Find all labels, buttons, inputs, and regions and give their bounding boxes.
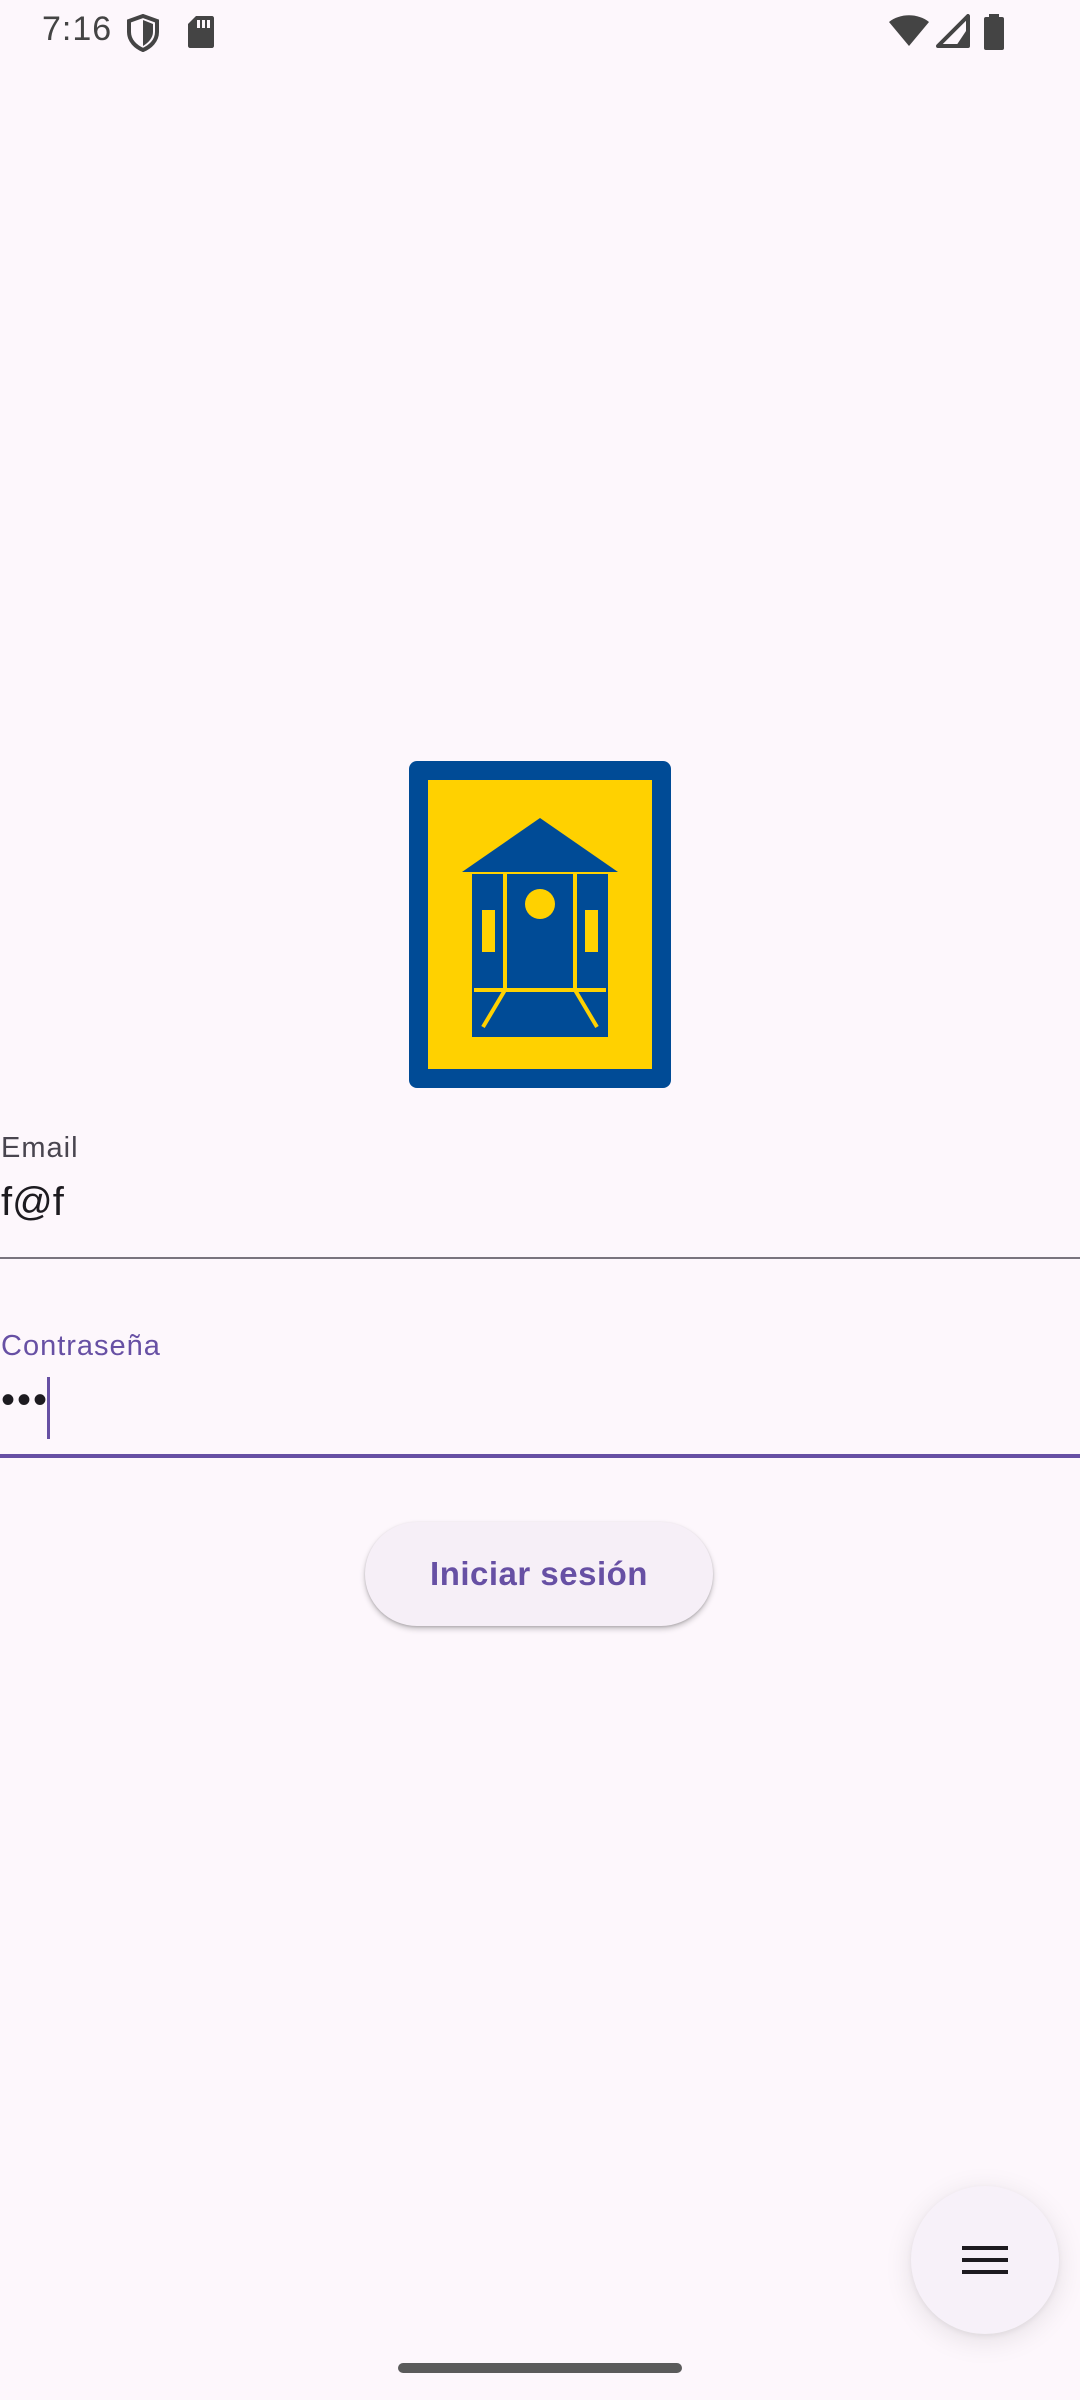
status-time: 7:16 (42, 10, 113, 48)
signal-icon (936, 14, 970, 48)
wifi-icon (889, 15, 929, 46)
battery-icon (984, 14, 1004, 50)
status-bar: 7:16 (0, 0, 1080, 64)
menu-icon (962, 2246, 1008, 2274)
email-underline (0, 1257, 1080, 1259)
password-label: Contraseña (1, 1330, 161, 1362)
text-caret (47, 1377, 50, 1439)
shield-icon (127, 14, 159, 52)
email-label: Email (1, 1132, 79, 1164)
sd-card-icon (188, 16, 214, 48)
password-input[interactable]: ••• (1, 1378, 49, 1423)
password-underline (0, 1454, 1080, 1458)
train-station-logo (409, 761, 671, 1088)
home-indicator[interactable] (398, 2363, 682, 2373)
email-input[interactable]: f@f (1, 1180, 64, 1225)
login-button[interactable]: Iniciar sesión (365, 1522, 713, 1626)
menu-fab[interactable] (911, 2186, 1059, 2334)
